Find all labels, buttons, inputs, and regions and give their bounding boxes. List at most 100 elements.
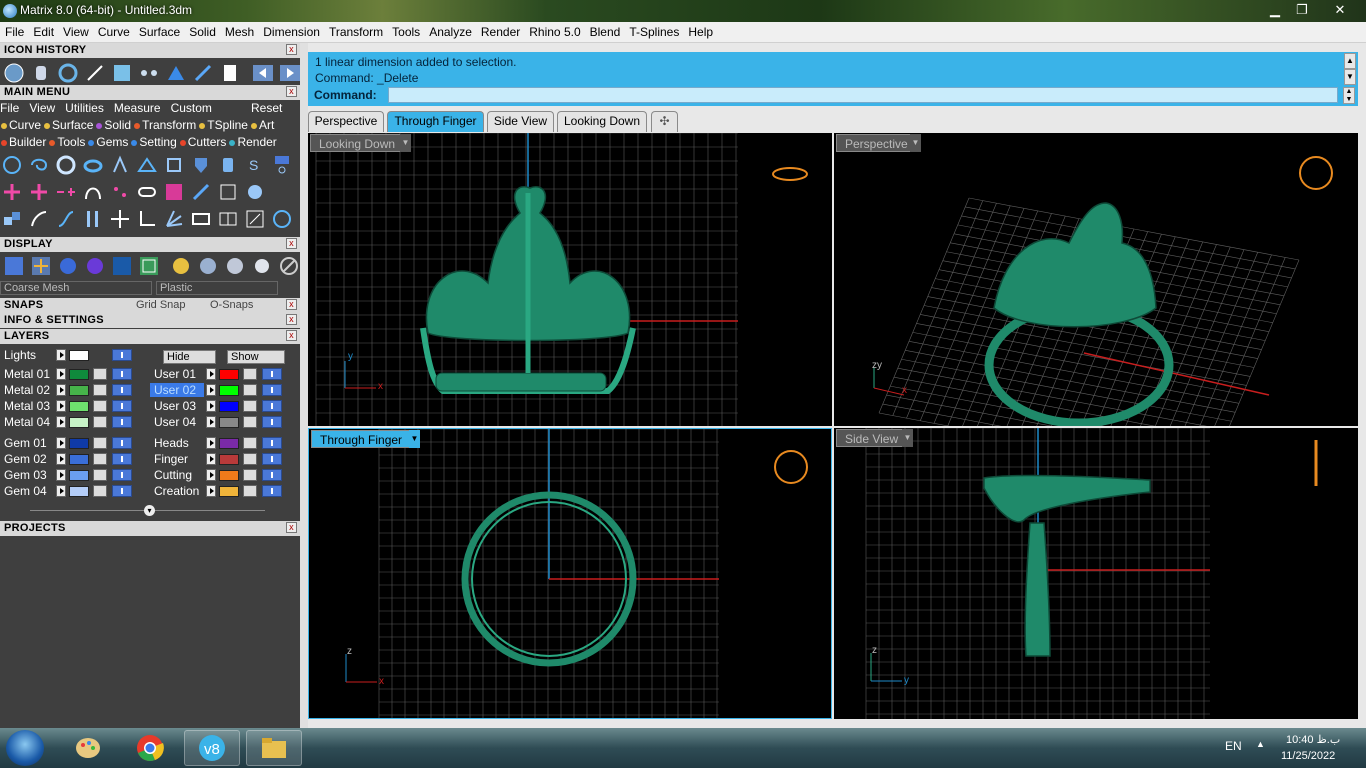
layer-color-swatch[interactable]: [69, 454, 89, 465]
minimize-button[interactable]: ▁: [1262, 1, 1288, 19]
panel-toggle-icon[interactable]: [270, 153, 294, 177]
menu-edit[interactable]: Edit: [28, 22, 58, 39]
menu-view[interactable]: View: [58, 22, 93, 39]
layer-name[interactable]: Metal 01: [0, 367, 54, 381]
layer-color-swatch[interactable]: [219, 486, 239, 497]
viewport-label[interactable]: Side View: [836, 429, 908, 447]
wireframe-icon[interactable]: [2, 254, 26, 278]
grid-toggle-icon[interactable]: [137, 254, 161, 278]
layer-name[interactable]: Gem 03: [0, 468, 54, 482]
expand-icon[interactable]: [56, 416, 66, 428]
osnaps-toggle[interactable]: O-Snaps: [210, 299, 253, 311]
spiral-icon[interactable]: [27, 153, 51, 177]
cut-icon[interactable]: [243, 207, 267, 231]
box-link-icon[interactable]: [189, 207, 213, 231]
visibility-icon[interactable]: [262, 437, 282, 449]
menu-transform[interactable]: Transform: [324, 22, 387, 39]
layer-color-swatch[interactable]: [69, 470, 89, 481]
expand-icon[interactable]: [206, 384, 216, 396]
corner-icon[interactable]: [135, 207, 159, 231]
circle-curve-icon[interactable]: [0, 153, 24, 177]
lock-icon[interactable]: [93, 453, 107, 465]
layer-name[interactable]: User 01: [150, 367, 204, 381]
move-tool-icon[interactable]: [83, 61, 107, 85]
layer-row[interactable]: Finger: [150, 452, 290, 466]
builder-tab-tools[interactable]: Tools: [48, 135, 85, 149]
expand-icon[interactable]: [56, 349, 66, 361]
ring-outline-icon[interactable]: [270, 207, 294, 231]
layer-name[interactable]: Gem 01: [0, 436, 54, 450]
layer-row[interactable]: User 02: [150, 383, 290, 397]
move-arrows-icon[interactable]: [108, 207, 132, 231]
close-icon[interactable]: x: [286, 86, 297, 97]
viewport-dropdown-icon[interactable]: ▼: [409, 430, 420, 448]
menu-tsplines[interactable]: T-Splines: [624, 22, 683, 39]
layer-name[interactable]: Cutting: [150, 468, 204, 482]
expand-icon[interactable]: [56, 453, 66, 465]
menu-help[interactable]: Help: [683, 22, 717, 39]
blocks-icon[interactable]: [0, 207, 24, 231]
prong-head-icon[interactable]: [108, 153, 132, 177]
matrix-app-icon[interactable]: v8: [184, 730, 240, 766]
expand-icon[interactable]: [56, 368, 66, 380]
command-spin[interactable]: ▲ ▼: [1343, 87, 1355, 104]
builder-tab-art[interactable]: Art: [250, 118, 274, 132]
rendered-sphere-icon[interactable]: [83, 254, 107, 278]
layer-color-swatch[interactable]: [69, 369, 89, 380]
layer-row[interactable]: User 04: [150, 415, 290, 429]
main-menu-file[interactable]: File: [0, 101, 19, 115]
layer-color-swatch[interactable]: [219, 470, 239, 481]
lock-icon[interactable]: [243, 437, 257, 449]
silver-material-icon[interactable]: [196, 254, 220, 278]
viewport-looking-down[interactable]: Looking Down ▼ y x: [308, 133, 832, 426]
visibility-icon[interactable]: [112, 384, 132, 396]
tab-looking-down[interactable]: Looking Down: [557, 111, 647, 132]
network-icon[interactable]: [216, 180, 240, 204]
display-header[interactable]: DISPLAY x: [0, 237, 300, 252]
scroll-up-icon[interactable]: ▲: [1344, 53, 1356, 69]
viewport-dropdown-icon[interactable]: ▼: [902, 429, 913, 447]
close-icon[interactable]: x: [286, 314, 297, 325]
menu-dimension[interactable]: Dimension: [258, 22, 324, 39]
tab-through-finger[interactable]: Through Finger: [387, 111, 484, 132]
builder-tab-solid[interactable]: Solid: [95, 118, 131, 132]
mesh-select[interactable]: Coarse Mesh: [0, 281, 152, 295]
plus-pink-2-icon[interactable]: [27, 180, 51, 204]
split-icon[interactable]: [216, 207, 240, 231]
bars-icon[interactable]: [81, 207, 105, 231]
layers-header[interactable]: LAYERS x: [0, 329, 300, 344]
layer-name[interactable]: Metal 02: [0, 383, 54, 397]
band-icon[interactable]: [81, 153, 105, 177]
layer-color-swatch[interactable]: [69, 401, 89, 412]
menu-mesh[interactable]: Mesh: [220, 22, 258, 39]
main-menu-view[interactable]: View: [29, 101, 55, 115]
main-menu-reset[interactable]: Reset: [251, 101, 282, 115]
ring-icon[interactable]: [54, 153, 78, 177]
layer-row[interactable]: Metal 01: [0, 367, 140, 381]
menu-render[interactable]: Render: [476, 22, 524, 39]
lock-icon[interactable]: [243, 453, 257, 465]
layer-name[interactable]: Metal 03: [0, 399, 54, 413]
layer-row[interactable]: Cutting: [150, 468, 290, 482]
expand-icon[interactable]: [56, 384, 66, 396]
main-menu-utilities[interactable]: Utilities: [65, 101, 104, 115]
layer-color-swatch[interactable]: [69, 385, 89, 396]
layer-row[interactable]: Metal 02: [0, 383, 140, 397]
expand-icon[interactable]: [56, 437, 66, 449]
visibility-icon[interactable]: [112, 437, 132, 449]
lock-icon[interactable]: [93, 384, 107, 396]
pave-tool-icon[interactable]: [164, 61, 188, 85]
menu-surface[interactable]: Surface: [134, 22, 184, 39]
fan-icon[interactable]: [162, 207, 186, 231]
close-button[interactable]: ✕: [1318, 1, 1362, 19]
grid-tool-icon[interactable]: [110, 61, 134, 85]
document-icon[interactable]: [218, 61, 242, 85]
prong-tool-icon[interactable]: [29, 61, 53, 85]
material-select[interactable]: Plastic: [156, 281, 278, 295]
viewport-through-finger[interactable]: Through Finger ▼ z x: [308, 428, 832, 719]
layer-color-swatch[interactable]: [219, 454, 239, 465]
close-icon[interactable]: x: [286, 238, 297, 249]
layer-row[interactable]: Metal 04: [0, 415, 140, 429]
gold-material-icon[interactable]: [169, 254, 193, 278]
link-icon[interactable]: [135, 180, 159, 204]
